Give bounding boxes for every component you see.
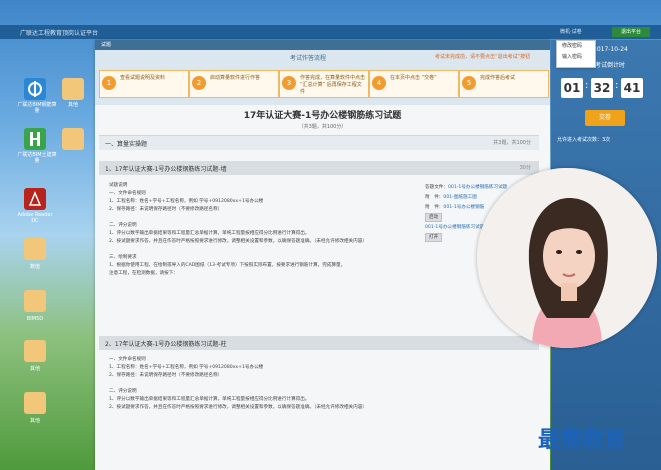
exam-process-panel: 考试作答流程 考试未完成前，请不要点击“退出考试”按钮 1 查看试题说明及资料 2…: [95, 50, 550, 105]
user-dropdown-menu: 修改密码 输入密码: [556, 40, 596, 68]
paper-subtitle: （共3题，共100分）: [298, 124, 347, 130]
open-button[interactable]: 打开: [425, 233, 443, 242]
question-title: 2、17年认证大赛-1号办公楼钢筋练习试题-柱: [105, 341, 227, 348]
step-text: 作答完成，在算量软件中点击 “汇总计算” 后再保存工程文件: [300, 75, 366, 95]
desktop-icon-label: 其他: [29, 366, 40, 372]
step-text: 在本页中点击 “交卷”: [390, 75, 437, 81]
body-line: 2、按试题要求作答，并且在作答时严格按照要求进行修改，调整相关设置和参数，以确保…: [109, 405, 367, 410]
desktop-icon-bim-civil[interactable]: [24, 128, 46, 150]
question-header[interactable]: 2、17年认证大赛-1号办公楼钢筋练习试题-柱: [99, 336, 539, 350]
folder-icon[interactable]: [24, 340, 46, 362]
body-line: 三、绘制要求: [109, 255, 137, 260]
body-line: 注意工程，在检测数据，请按下：: [109, 271, 178, 276]
section-header: 一、算量实操题 共3题，共100分: [99, 135, 539, 150]
exam-date: 2017-10-24: [593, 46, 628, 53]
presenter-avatar: [477, 168, 657, 348]
process-step-4: 4 在本页中点击 “交卷”: [369, 70, 459, 98]
step-text: 启动算量软件进行作答: [210, 75, 261, 81]
folder-icon[interactable]: [24, 290, 46, 312]
timer-colon: :: [585, 80, 589, 91]
body-line: [109, 214, 419, 222]
desktop-icon-label: Adobe Reader DC: [17, 212, 53, 224]
body-line: [109, 380, 419, 388]
countdown-label: 考试倒计时: [595, 62, 626, 69]
process-notice: 考试未完成前，请不要点击“退出考试”按钮: [435, 54, 531, 60]
pdf-icon: [28, 191, 42, 206]
folder-icon[interactable]: [24, 392, 46, 414]
launch-button[interactable]: 启动: [425, 213, 443, 222]
rebar-app-icon: [28, 81, 42, 97]
body-line: 1、工程名称：姓名+学号+工程名称，例如 学号+0912080xx+1号办公楼: [109, 365, 264, 370]
answer-file-link[interactable]: 001-1号办公楼钢筋练习试题: [448, 185, 507, 190]
dropdown-item[interactable]: 输入密码: [557, 52, 595, 63]
process-title: 考试作答流程: [290, 55, 327, 62]
window-title-bar: 试题: [95, 40, 550, 50]
exit-platform-button[interactable]: 退出平台: [612, 27, 650, 37]
desktop-icon-adobe-reader[interactable]: [24, 188, 46, 210]
step-text: 完成作答后考试: [480, 75, 516, 81]
question-header[interactable]: 1、17年认证大赛-1号办公楼钢筋练习试题-墙 30分: [99, 161, 539, 175]
timer-hours: 01: [561, 78, 583, 98]
user-menu[interactable]: 微机·试卷: [560, 28, 582, 35]
body-line: 2、保存路径：未说明保存路径时（不要修改路径名称）: [109, 373, 223, 378]
civil-app-icon: [30, 132, 40, 146]
body-line: 2、保存路径：未说明保存路径时（不要修改路径名称）: [109, 207, 223, 212]
step-number: 5: [462, 76, 476, 90]
question-score: 30分: [519, 165, 531, 171]
question-body: 试题说明 一、文件命名规则 1、工程名称：姓名+学号+工程名称，例如 学号+09…: [109, 182, 419, 278]
attachment-label: 附 件：: [425, 195, 444, 200]
section-title: 一、算量实操题: [105, 141, 148, 148]
attachment-label: 附 件：: [425, 205, 444, 210]
body-line: 二、评分说明: [109, 389, 137, 394]
step-number: 2: [192, 76, 206, 90]
process-step-5: 5 完成作答后考试: [459, 70, 549, 98]
question-title: 1、17年认证大赛-1号办公楼钢筋练习试题-墙: [105, 166, 227, 173]
presenter-photo-icon: [477, 168, 657, 348]
platform-topbar: 广联达工程教育顶岗认证平台 微机·试卷 退出平台: [0, 25, 661, 39]
step-number: 1: [102, 76, 116, 90]
folder-icon[interactable]: [24, 238, 46, 260]
timer-colon: :: [615, 80, 619, 91]
question-body: 一、文件命名规则 1、工程名称：姓名+学号+工程名称，例如 学号+0912080…: [109, 356, 419, 412]
body-line: 1、工程名称：姓名+学号+工程名称，例如 学号+0912080xx+1号办公楼: [109, 199, 264, 204]
attempts-text: 允许进入考试次数：3次: [557, 137, 611, 143]
process-step-3: 3 作答完成，在算量软件中点击 “汇总计算” 后再保存工程文件: [279, 70, 369, 98]
body-line: 试题说明: [109, 183, 128, 188]
answer-file-label: 答题文件：: [425, 185, 448, 190]
step-number: 4: [372, 76, 386, 90]
paper-title: 17年认证大赛-1号办公楼钢筋练习试题: [243, 111, 402, 121]
hand-in-button[interactable]: 交卷: [585, 110, 625, 126]
body-line: 1、评分以数字输出单据结果等和工程量汇总单据计算，单纯工程量按相应得分比例进行计…: [109, 231, 310, 236]
body-line: 二、评分说明: [109, 223, 137, 228]
step-number: 3: [282, 76, 296, 90]
body-line: 1、根据你使用工程，在绘制或导入的CAD图纸（13-考试专项）下按照实际布置，按…: [109, 263, 346, 268]
attachment-link[interactable]: 001-图纸施工图: [443, 195, 476, 200]
body-line: 一、文件命名规则: [109, 191, 146, 196]
step-text: 查看试题说明及资料: [120, 75, 166, 81]
desktop-icon-label: 其他: [67, 102, 78, 108]
dropdown-item[interactable]: 修改密码: [557, 41, 595, 52]
attachment-link[interactable]: 001-1号办公楼钢筋: [443, 205, 484, 210]
desktop-icon-bim-rebar[interactable]: [24, 78, 46, 100]
folder-icon[interactable]: [62, 128, 84, 150]
answer-file-link[interactable]: 001-1号办公楼钢筋练习试题: [425, 225, 484, 230]
folder-icon[interactable]: [62, 78, 84, 100]
brand-logo: 最需教育: [538, 427, 627, 453]
desktop-icon-label: 广联达BIM土建算量: [17, 152, 57, 164]
app-title: 广联达工程教育顶岗认证平台: [20, 30, 99, 37]
body-line: 1、评分以数字输出单据结果等和工程量汇总单据计算，单纯工程量按相应得分比例进行计…: [109, 397, 310, 402]
body-line: 2、按试题要求作答，并且在作答时严格按照要求进行修改，调整相关设置和参数，以确保…: [109, 239, 367, 244]
desktop-icon-label: BIM5D: [26, 316, 44, 322]
body-line: 一、文件命名规则: [109, 357, 146, 362]
timer-seconds: 41: [621, 78, 643, 98]
desktop-icon-label: 其他: [29, 418, 40, 424]
process-step-1: 1 查看试题说明及资料: [99, 70, 189, 98]
section-info: 共3题，共100分: [493, 140, 531, 146]
timer-minutes: 32: [591, 78, 613, 98]
process-step-2: 2 启动算量软件进行作答: [189, 70, 279, 98]
body-line: [109, 246, 419, 254]
desktop-icon-label: 数值: [29, 264, 40, 270]
